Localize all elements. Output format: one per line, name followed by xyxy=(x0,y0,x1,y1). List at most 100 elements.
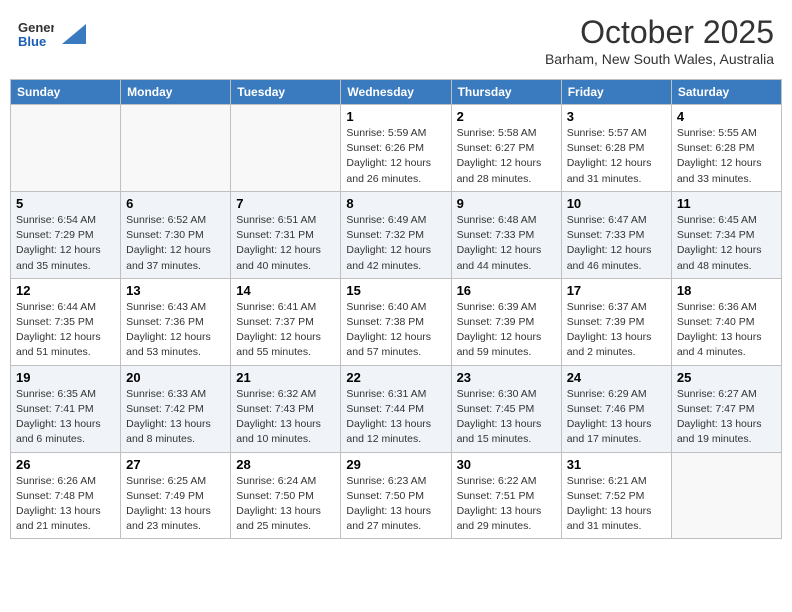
calendar-cell: 31Sunrise: 6:21 AMSunset: 7:52 PMDayligh… xyxy=(561,452,671,539)
day-info: Sunrise: 6:47 AMSunset: 7:33 PMDaylight:… xyxy=(567,213,666,274)
day-header: Friday xyxy=(561,80,671,105)
day-number: 11 xyxy=(677,196,776,211)
calendar-cell: 16 Sunrise: 6:39 AMSunset: 7:39 PMDayligh… xyxy=(451,278,561,365)
day-info: Sunrise: 6:33 AMSunset: 7:42 PMDaylight:… xyxy=(126,387,225,448)
location: Barham, New South Wales, Australia xyxy=(545,51,774,67)
calendar-cell xyxy=(671,452,781,539)
calendar-week-row: 26 Sunrise: 6:26 AMSunset: 7:48 PMDayligh… xyxy=(11,452,782,539)
calendar-cell: 26 Sunrise: 6:26 AMSunset: 7:48 PMDayligh… xyxy=(11,452,121,539)
day-number: 5 xyxy=(16,196,115,211)
day-number: 29 xyxy=(346,457,445,472)
calendar-cell: 3Sunrise: 5:57 AMSunset: 6:28 PMDaylight… xyxy=(561,105,671,192)
day-info: Sunrise: 6:26 AMSunset: 7:48 PMDaylight:… xyxy=(16,474,115,535)
day-info: Sunrise: 6:23 AMSunset: 7:50 PMDaylight:… xyxy=(346,474,445,535)
day-info: Sunrise: 6:49 AMSunset: 7:32 PMDaylight:… xyxy=(346,213,445,274)
day-info: Sunrise: 6:25 AMSunset: 7:49 PMDaylight:… xyxy=(126,474,225,535)
calendar-cell: 23Sunrise: 6:30 AMSunset: 7:45 PMDayligh… xyxy=(451,365,561,452)
day-info: Sunrise: 6:52 AMSunset: 7:30 PMDaylight:… xyxy=(126,213,225,274)
calendar-cell: 28Sunrise: 6:24 AMSunset: 7:50 PMDayligh… xyxy=(231,452,341,539)
day-info: Sunrise: 5:58 AMSunset: 6:27 PMDaylight:… xyxy=(457,126,556,187)
day-number: 6 xyxy=(126,196,225,211)
day-number: 13 xyxy=(126,283,225,298)
calendar-cell: 15 Sunrise: 6:40 AMSunset: 7:38 PMDayligh… xyxy=(341,278,451,365)
day-number: 19 xyxy=(16,370,115,385)
calendar-cell: 8 Sunrise: 6:49 AMSunset: 7:32 PMDaylight… xyxy=(341,191,451,278)
day-number: 4 xyxy=(677,109,776,124)
day-info: Sunrise: 5:59 AMSunset: 6:26 PMDaylight:… xyxy=(346,126,445,187)
day-number: 9 xyxy=(457,196,556,211)
day-info: Sunrise: 6:24 AMSunset: 7:50 PMDaylight:… xyxy=(236,474,335,535)
day-info: Sunrise: 6:51 AMSunset: 7:31 PMDaylight:… xyxy=(236,213,335,274)
calendar-cell: 5 Sunrise: 6:54 AMSunset: 7:29 PMDaylight… xyxy=(11,191,121,278)
day-header: Monday xyxy=(121,80,231,105)
logo-icon: General Blue xyxy=(18,14,54,50)
calendar-cell: 1 Sunrise: 5:59 AMSunset: 6:26 PMDaylight… xyxy=(341,105,451,192)
day-number: 2 xyxy=(457,109,556,124)
day-number: 12 xyxy=(16,283,115,298)
calendar-cell: 21 Sunrise: 6:32 AMSunset: 7:43 PMDayligh… xyxy=(231,365,341,452)
day-number: 26 xyxy=(16,457,115,472)
calendar-week-row: 5 Sunrise: 6:54 AMSunset: 7:29 PMDaylight… xyxy=(11,191,782,278)
day-header: Tuesday xyxy=(231,80,341,105)
calendar-cell: 10 Sunrise: 6:47 AMSunset: 7:33 PMDayligh… xyxy=(561,191,671,278)
calendar-week-row: 19Sunrise: 6:35 AMSunset: 7:41 PMDayligh… xyxy=(11,365,782,452)
day-info: Sunrise: 6:30 AMSunset: 7:45 PMDaylight:… xyxy=(457,387,556,448)
day-number: 14 xyxy=(236,283,335,298)
day-number: 15 xyxy=(346,283,445,298)
calendar-cell: 17 Sunrise: 6:37 AMSunset: 7:39 PMDayligh… xyxy=(561,278,671,365)
calendar-week-row: 12 Sunrise: 6:44 AMSunset: 7:35 PMDayligh… xyxy=(11,278,782,365)
calendar-cell: 25Sunrise: 6:27 AMSunset: 7:47 PMDayligh… xyxy=(671,365,781,452)
day-info: Sunrise: 6:36 AMSunset: 7:40 PMDaylight:… xyxy=(677,300,776,361)
svg-text:General: General xyxy=(18,20,54,35)
calendar-cell xyxy=(231,105,341,192)
day-number: 8 xyxy=(346,196,445,211)
day-number: 3 xyxy=(567,109,666,124)
month-title: October 2025 xyxy=(545,14,774,51)
day-number: 10 xyxy=(567,196,666,211)
day-number: 24 xyxy=(567,370,666,385)
day-info: Sunrise: 6:32 AMSunset: 7:43 PMDaylight:… xyxy=(236,387,335,448)
calendar-cell: 12 Sunrise: 6:44 AMSunset: 7:35 PMDayligh… xyxy=(11,278,121,365)
day-info: Sunrise: 6:39 AMSunset: 7:39 PMDaylight:… xyxy=(457,300,556,361)
page-header: General Blue October 2025 Barham, New So… xyxy=(10,10,782,71)
calendar-cell: 7Sunrise: 6:51 AMSunset: 7:31 PMDaylight… xyxy=(231,191,341,278)
calendar-cell: 20Sunrise: 6:33 AMSunset: 7:42 PMDayligh… xyxy=(121,365,231,452)
calendar-cell: 29 Sunrise: 6:23 AMSunset: 7:50 PMDayligh… xyxy=(341,452,451,539)
logo: General Blue xyxy=(18,14,86,55)
day-header: Wednesday xyxy=(341,80,451,105)
calendar-cell: 6 Sunrise: 6:52 AMSunset: 7:30 PMDaylight… xyxy=(121,191,231,278)
day-info: Sunrise: 6:45 AMSunset: 7:34 PMDaylight:… xyxy=(677,213,776,274)
calendar-cell xyxy=(11,105,121,192)
day-info: Sunrise: 6:40 AMSunset: 7:38 PMDaylight:… xyxy=(346,300,445,361)
day-info: Sunrise: 6:43 AMSunset: 7:36 PMDaylight:… xyxy=(126,300,225,361)
calendar-cell: 24Sunrise: 6:29 AMSunset: 7:46 PMDayligh… xyxy=(561,365,671,452)
day-number: 22 xyxy=(346,370,445,385)
title-block: October 2025 Barham, New South Wales, Au… xyxy=(545,14,774,67)
calendar-cell: 9Sunrise: 6:48 AMSunset: 7:33 PMDaylight… xyxy=(451,191,561,278)
day-info: Sunrise: 6:22 AMSunset: 7:51 PMDaylight:… xyxy=(457,474,556,535)
day-info: Sunrise: 6:31 AMSunset: 7:44 PMDaylight:… xyxy=(346,387,445,448)
day-info: Sunrise: 6:21 AMSunset: 7:52 PMDaylight:… xyxy=(567,474,666,535)
calendar-table: SundayMondayTuesdayWednesdayThursdayFrid… xyxy=(10,79,782,539)
calendar-cell: 27 Sunrise: 6:25 AMSunset: 7:49 PMDayligh… xyxy=(121,452,231,539)
calendar-cell xyxy=(121,105,231,192)
day-number: 21 xyxy=(236,370,335,385)
day-info: Sunrise: 5:55 AMSunset: 6:28 PMDaylight:… xyxy=(677,126,776,187)
logo-triangle-icon xyxy=(58,20,86,48)
day-number: 18 xyxy=(677,283,776,298)
day-number: 16 xyxy=(457,283,556,298)
day-header: Sunday xyxy=(11,80,121,105)
calendar-cell: 30Sunrise: 6:22 AMSunset: 7:51 PMDayligh… xyxy=(451,452,561,539)
day-number: 17 xyxy=(567,283,666,298)
day-info: Sunrise: 6:27 AMSunset: 7:47 PMDaylight:… xyxy=(677,387,776,448)
day-header: Thursday xyxy=(451,80,561,105)
calendar-cell: 4 Sunrise: 5:55 AMSunset: 6:28 PMDaylight… xyxy=(671,105,781,192)
calendar-cell: 18 Sunrise: 6:36 AMSunset: 7:40 PMDayligh… xyxy=(671,278,781,365)
day-info: Sunrise: 6:37 AMSunset: 7:39 PMDaylight:… xyxy=(567,300,666,361)
day-info: Sunrise: 6:54 AMSunset: 7:29 PMDaylight:… xyxy=(16,213,115,274)
day-number: 27 xyxy=(126,457,225,472)
calendar-cell: 2 Sunrise: 5:58 AMSunset: 6:27 PMDaylight… xyxy=(451,105,561,192)
day-number: 1 xyxy=(346,109,445,124)
day-header: Saturday xyxy=(671,80,781,105)
day-info: Sunrise: 6:44 AMSunset: 7:35 PMDaylight:… xyxy=(16,300,115,361)
